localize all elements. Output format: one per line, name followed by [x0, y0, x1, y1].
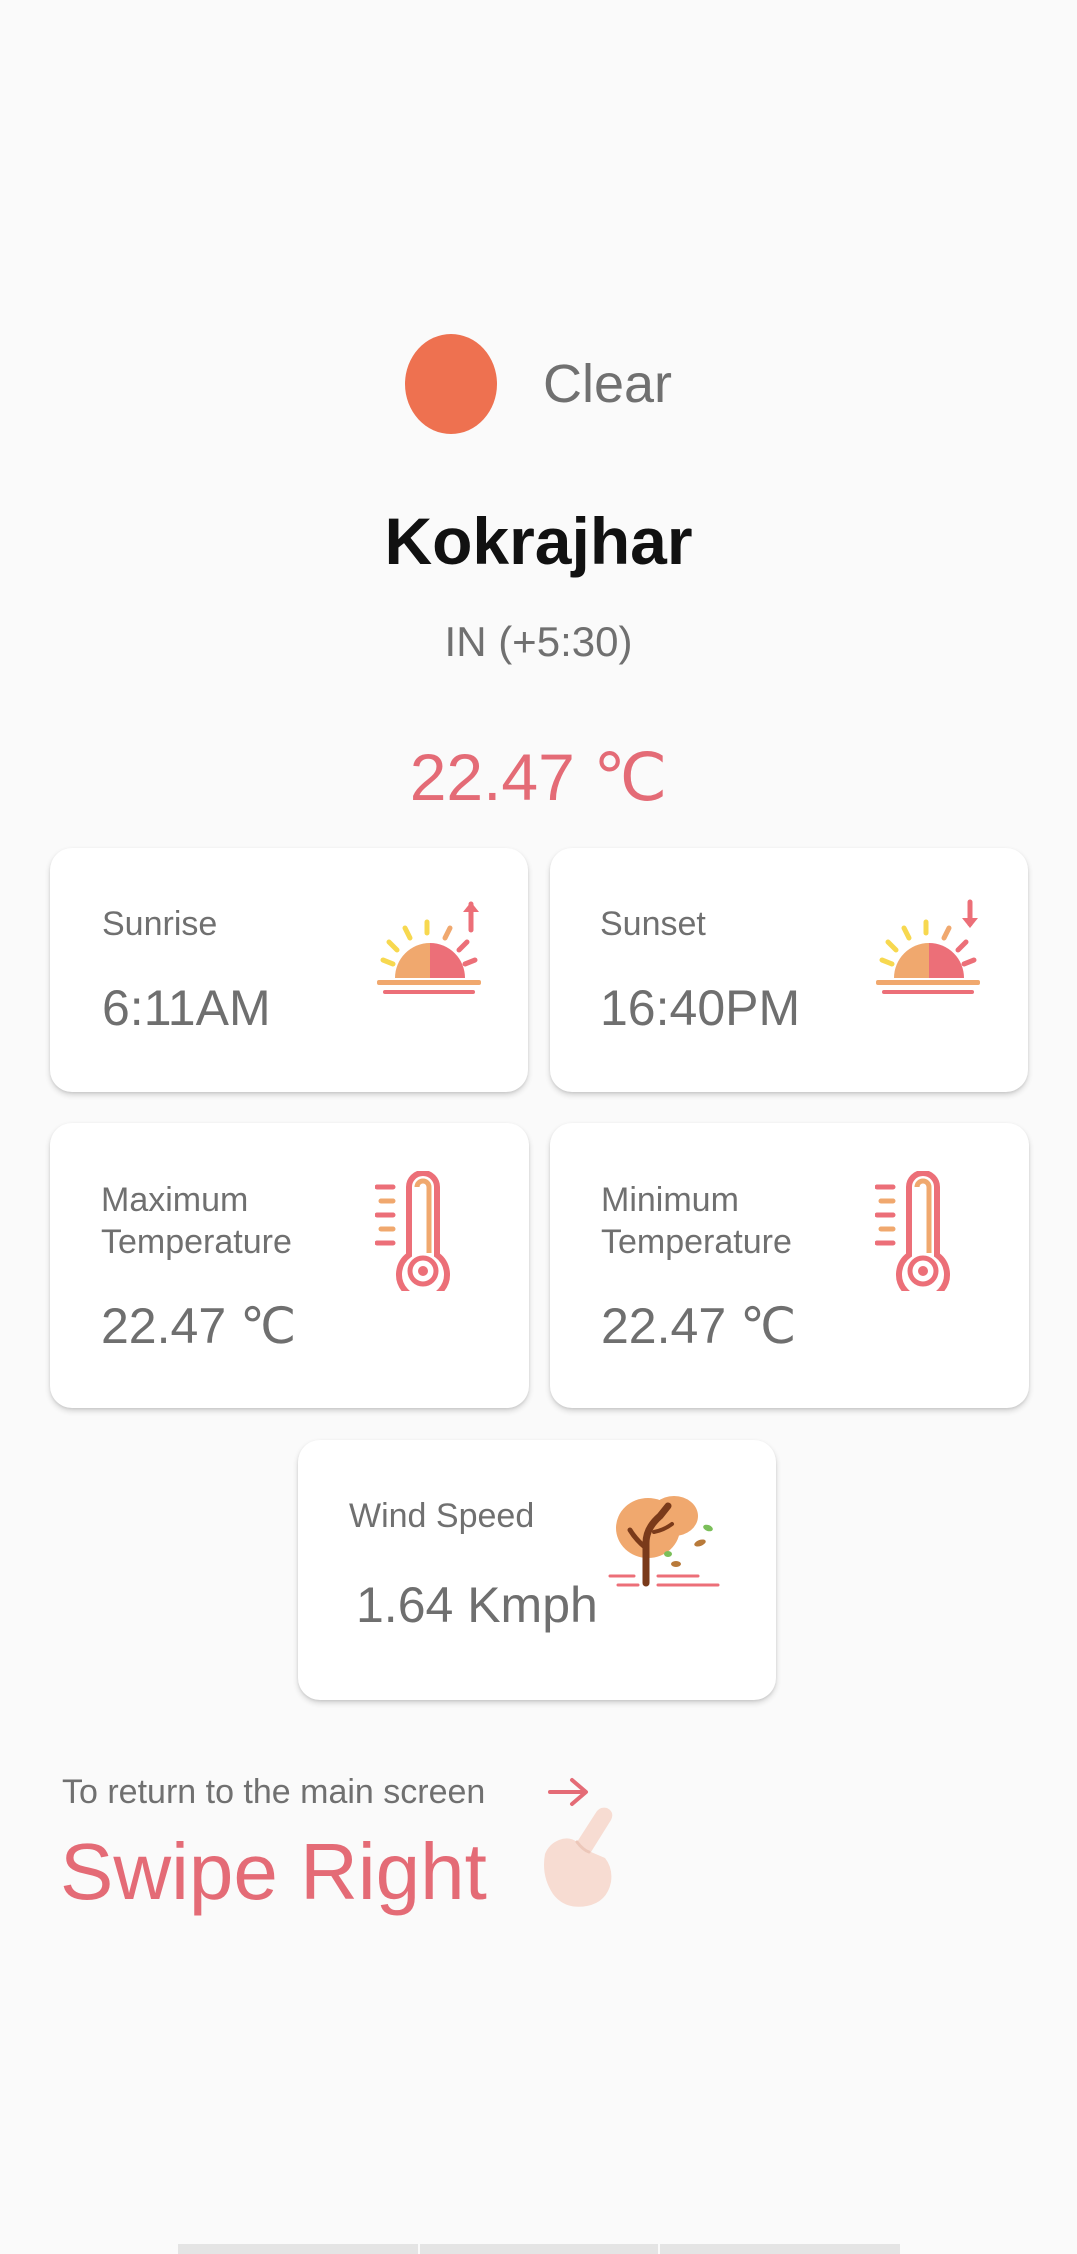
country-timezone: IN (+5:30) — [444, 618, 633, 665]
max-temperature-label-line1: Maximum — [101, 1181, 249, 1219]
navigation-bar[interactable] — [178, 2244, 900, 2254]
weather-condition-icon — [404, 334, 497, 434]
max-temperature-card: Maximum Temperature 22.47 ℃ — [50, 1123, 529, 1408]
current-temperature: 22.47 ℃ — [409, 740, 668, 814]
sunset-icon — [876, 899, 980, 994]
nav-bar-divider — [658, 2244, 660, 2254]
sunrise-card: Sunrise 6:11AM — [50, 848, 528, 1092]
min-temperature-label-line1: Minimum — [601, 1181, 739, 1219]
max-temperature-value: 22.47 ℃ — [101, 1298, 297, 1354]
wind-speed-value: 1.64 Kmph — [356, 1577, 598, 1633]
nav-bar-divider — [418, 2244, 420, 2254]
condition-row: Clear — [0, 334, 1077, 434]
arrow-right-icon — [548, 1778, 588, 1806]
min-temperature-label-line2: Temperature — [601, 1223, 792, 1261]
thermometer-icon — [375, 1171, 450, 1291]
sunrise-label: Sunrise — [102, 905, 218, 943]
wind-speed-label: Wind Speed — [349, 1497, 535, 1535]
pointing-hand-icon — [544, 1807, 613, 1907]
city-name: Kokrajhar — [384, 504, 693, 578]
min-temperature-value: 22.47 ℃ — [601, 1298, 797, 1354]
swipe-right-label: Swipe Right — [60, 1827, 487, 1916]
weather-detail-screen[interactable]: Clear Kokrajhar IN (+5:30) 22.47 ℃ Sunri… — [0, 0, 1077, 2254]
sunset-value: 16:40PM — [600, 980, 801, 1036]
sunrise-value: 6:11AM — [102, 980, 271, 1036]
swipe-hint-text: To return to the main screen — [62, 1773, 486, 1811]
min-temperature-card: Minimum Temperature 22.47 ℃ — [550, 1123, 1029, 1408]
wind-speed-card: Wind Speed 1.64 Kmph — [298, 1440, 776, 1700]
sunset-label: Sunset — [600, 905, 706, 943]
max-temperature-label-line2: Temperature — [101, 1223, 292, 1261]
thermometer-icon — [875, 1171, 950, 1291]
windy-tree-icon — [608, 1496, 720, 1587]
sunset-card: Sunset 16:40PM — [550, 848, 1028, 1092]
sunrise-icon — [377, 901, 481, 994]
condition-text: Clear — [542, 354, 673, 414]
